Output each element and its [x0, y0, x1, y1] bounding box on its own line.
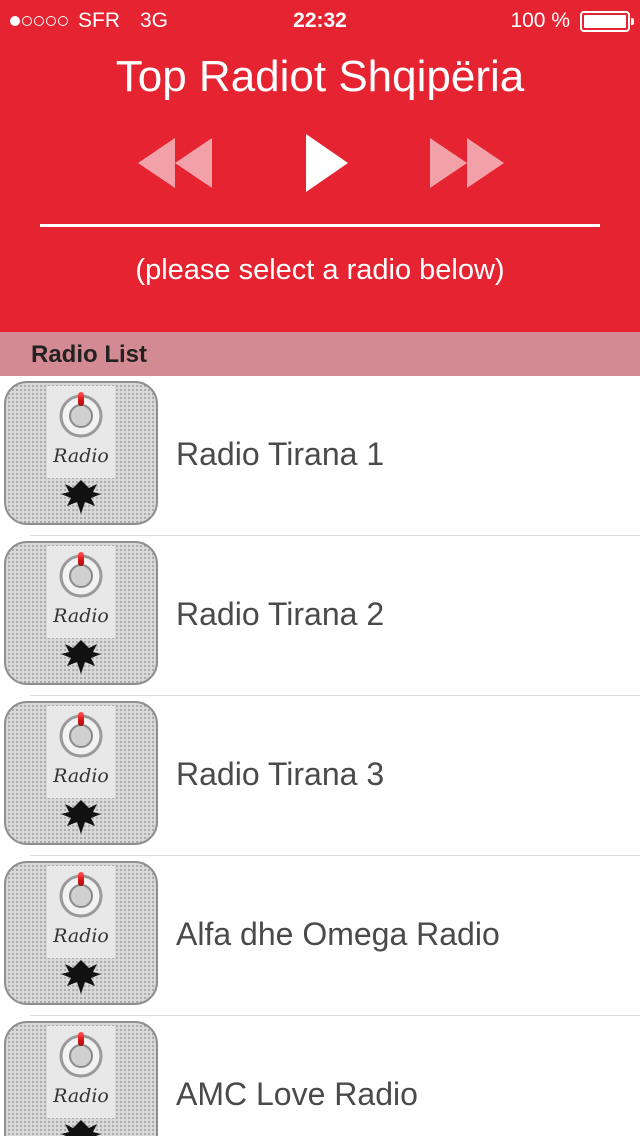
albania-radio-app-icon: Radio: [3, 540, 159, 686]
rewind-button[interactable]: [136, 128, 214, 198]
battery-icon: [580, 10, 634, 32]
svg-text:Radio: Radio: [52, 765, 109, 787]
svg-text:Radio: Radio: [52, 1085, 109, 1107]
app-title: Top Radiot Shqipëria: [115, 52, 525, 101]
radio-row-4[interactable]: Radio Alfa dhe Omega Radio: [0, 856, 640, 1016]
albania-radio-app-icon: Radio: [3, 700, 159, 846]
albania-radio-app-icon: Radio: [3, 380, 159, 526]
svg-text:Radio: Radio: [52, 605, 109, 627]
albania-radio-app-icon: Radio: [3, 860, 159, 1006]
radio-row-5[interactable]: Radio AMC Love Radio: [0, 1016, 640, 1136]
svg-text:Radio: Radio: [52, 925, 109, 947]
albania-radio-app-icon: Radio: [3, 1020, 159, 1136]
player-header: SFR 3G 22:32 100 % Top Radiot Shqipëria: [0, 0, 640, 332]
play-icon: [306, 134, 348, 192]
radio-name: Radio Tirana 1: [176, 436, 385, 472]
play-button[interactable]: [302, 128, 352, 198]
radio-name: Radio Tirana 3: [176, 756, 385, 792]
battery-percent: 100 %: [510, 9, 570, 32]
fast-forward-icon: [430, 138, 504, 188]
radio-name: Radio Tirana 2: [176, 596, 385, 632]
svg-text:Radio: Radio: [52, 445, 109, 467]
radio-list-header: Radio List: [0, 332, 640, 376]
radio-row-2[interactable]: Radio Radio Tirana 2: [0, 536, 640, 696]
selection-hint: (please select a radio below): [135, 254, 505, 286]
status-right: 100 %: [510, 9, 634, 33]
fast-forward-button[interactable]: [428, 128, 506, 198]
rewind-icon: [138, 138, 212, 188]
radio-list-title: Radio List: [31, 341, 148, 368]
radio-row-1[interactable]: Radio Radio Tirana 1: [0, 376, 640, 536]
radio-row-3[interactable]: Radio Radio Tirana 3: [0, 696, 640, 856]
status-bar: SFR 3G 22:32 100 %: [0, 0, 640, 40]
player-controls: [0, 128, 640, 198]
radio-name: AMC Love Radio: [176, 1076, 418, 1112]
radio-name: Alfa dhe Omega Radio: [176, 916, 500, 952]
radio-list: Radio Radio Tirana 1 Radio Radio Tirana …: [0, 376, 640, 1136]
progress-line: [40, 224, 600, 227]
